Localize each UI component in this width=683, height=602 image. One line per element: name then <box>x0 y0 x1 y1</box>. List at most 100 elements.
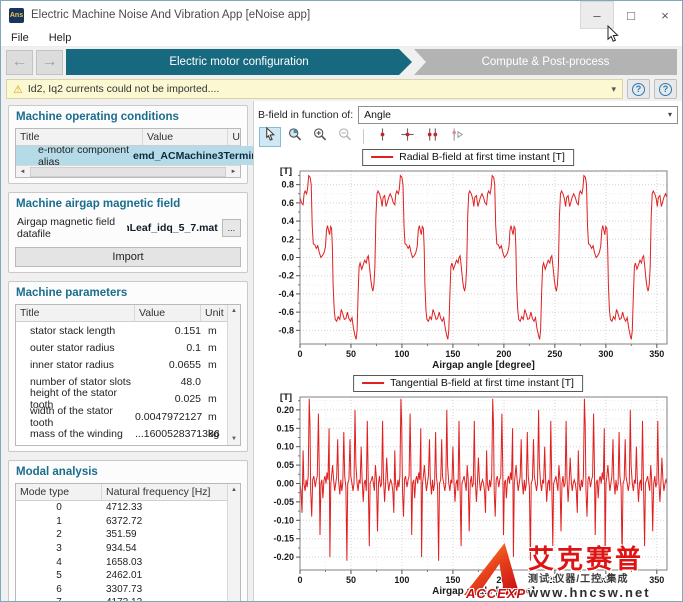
table-row[interactable]: mass of the winding...1600528371386kg <box>16 425 227 442</box>
table-row[interactable]: 52462.01 <box>16 569 227 583</box>
cursor-double-tool-button[interactable] <box>421 127 443 147</box>
table-row[interactable]: stator stack length0.151m <box>16 322 227 339</box>
table-row[interactable]: 63307.73 <box>16 583 227 597</box>
chart-canvas[interactable]: 0501001502002503003500.80.60.40.20.0-0.2… <box>258 164 676 372</box>
cell-value: 48.0 <box>135 376 201 388</box>
modal-analysis-section: Modal analysis Mode type Natural frequen… <box>8 460 248 602</box>
warning-bar: ⚠ Id2, Iq2 currents could not be importe… <box>1 77 682 101</box>
radial-bfield-chart[interactable]: Radial B-field at first time instant [T]… <box>258 148 678 374</box>
zoom-in-icon <box>312 127 328 147</box>
col-mode-type: Mode type <box>16 484 102 500</box>
svg-text:350: 350 <box>649 575 664 585</box>
cell-title: inner stator radius <box>16 359 135 371</box>
forward-button[interactable]: → <box>36 50 63 75</box>
zoom-out-tool-button[interactable] <box>334 127 356 147</box>
svg-text:0.20: 0.20 <box>276 404 294 414</box>
app-window: Ans Electric Machine Noise And Vibration… <box>0 0 683 602</box>
svg-text:-0.4: -0.4 <box>278 289 294 299</box>
cell-mode-type: 4 <box>16 557 102 568</box>
scroll-left-icon[interactable]: ◄ <box>16 169 29 175</box>
table-row[interactable]: 41658.03 <box>16 555 227 569</box>
cell-value: 0.025 <box>135 393 201 405</box>
svg-text:Airgap angle [degree]: Airgap angle [degree] <box>432 360 535 371</box>
col-unit: Unit <box>201 305 227 321</box>
col-unit: U <box>228 129 240 145</box>
zoom-region-tool-button[interactable] <box>284 127 306 147</box>
cursor-single-icon <box>375 127 390 147</box>
cell-unit: m <box>201 359 227 371</box>
window-title: Electric Machine Noise And Vibration App… <box>31 9 580 21</box>
legend-label: Radial B-field at first time instant [T] <box>399 151 565 163</box>
browse-button[interactable]: ... <box>222 219 241 237</box>
help-tools-button[interactable]: ? <box>654 79 677 99</box>
scroll-down-icon[interactable]: ▼ <box>231 433 237 445</box>
cursor-single-tool-button[interactable] <box>371 127 393 147</box>
zoom-in-tool-button[interactable] <box>309 127 331 147</box>
warning-dropdown[interactable]: ⚠ Id2, Iq2 currents could not be importe… <box>6 79 623 99</box>
svg-text:0.0: 0.0 <box>281 253 294 263</box>
close-button[interactable]: × <box>648 1 682 29</box>
bfield-function-label: B-field in function of: <box>258 109 353 121</box>
svg-text:150: 150 <box>445 349 460 359</box>
table-row[interactable]: e-motor component alias emd_ACMachine3Te… <box>16 146 240 165</box>
table-row[interactable]: inner stator radius0.0655m <box>16 356 227 373</box>
cursor-track-tool-button[interactable] <box>446 127 468 147</box>
cell-mode-type: 0 <box>16 502 102 513</box>
chart-line-series <box>300 398 667 560</box>
svg-text:0.05: 0.05 <box>276 460 294 470</box>
chart-canvas[interactable]: 0501001502002503003500.200.150.100.050.0… <box>258 390 676 598</box>
svg-text:-0.2: -0.2 <box>278 271 294 281</box>
scrollbar-thumb[interactable] <box>30 167 226 177</box>
table-row[interactable]: 74172.12 <box>16 596 227 602</box>
help-button[interactable]: ? <box>627 79 650 99</box>
svg-text:-0.10: -0.10 <box>273 515 294 525</box>
legend-line-icon <box>371 156 393 158</box>
modal-analysis-table: Mode type Natural frequency [Hz] 04712.3… <box>15 483 241 602</box>
cell-frequency: 1658.03 <box>102 557 227 568</box>
scroll-up-icon[interactable]: ▲ <box>231 484 237 496</box>
vertical-scrollbar[interactable]: ▲ ▼ <box>227 305 240 445</box>
horizontal-scrollbar[interactable]: ◄ ► <box>16 165 240 177</box>
back-button[interactable]: ← <box>6 50 33 75</box>
plot-panel: B-field in function of: Angle ▾ Radial B… <box>253 101 682 601</box>
svg-text:0.6: 0.6 <box>281 198 294 208</box>
cursor-cross-tool-button[interactable] <box>396 127 418 147</box>
col-value: Value <box>135 305 201 321</box>
import-button[interactable]: Import <box>15 247 241 267</box>
tab-electric-motor-configuration[interactable]: Electric motor configuration <box>66 49 412 75</box>
table-row[interactable]: 16372.72 <box>16 515 227 529</box>
warning-icon: ⚠ <box>13 83 23 96</box>
svg-text:250: 250 <box>547 575 562 585</box>
minimize-button[interactable]: – <box>580 1 614 29</box>
airgap-field-heading: Machine airgap magnetic field <box>16 198 241 210</box>
col-natural-frequency: Natural frequency [Hz] <box>102 484 227 500</box>
row-title: e-motor component alias <box>16 144 133 168</box>
svg-text:0.8: 0.8 <box>281 180 294 190</box>
row-value: emd_ACMachine3Terminals <box>133 150 272 162</box>
menu-help[interactable]: Help <box>49 32 72 44</box>
menu-bar: File Help <box>1 29 682 47</box>
tab-compute-post-process[interactable]: Compute & Post-process <box>414 49 677 75</box>
scroll-up-icon[interactable]: ▲ <box>231 305 237 317</box>
bfield-function-combobox[interactable]: Angle ▾ <box>358 106 678 124</box>
table-row[interactable]: outer stator radius0.1m <box>16 339 227 356</box>
table-row[interactable]: 3934.54 <box>16 542 227 556</box>
pointer-tool-button[interactable] <box>259 127 281 147</box>
svg-text:100: 100 <box>394 575 409 585</box>
cell-unit: m <box>201 411 227 423</box>
tangential-bfield-chart[interactable]: Tangential B-field at first time instant… <box>258 374 678 600</box>
vertical-scrollbar[interactable]: ▲ ▼ <box>227 484 240 602</box>
maximize-button[interactable]: □ <box>614 1 648 29</box>
table-row[interactable]: width of the stator tooth0.0047972127m <box>16 408 227 425</box>
table-row[interactable]: 04712.33 <box>16 501 227 515</box>
cell-unit: m <box>201 342 227 354</box>
cell-value: 0.0655 <box>135 359 201 371</box>
table-row[interactable]: 2351.59 <box>16 528 227 542</box>
datafile-field[interactable]: NissanLeaf_idq_5_7.mat <box>127 222 218 234</box>
menu-file[interactable]: File <box>11 32 29 44</box>
toolbar-separator <box>363 129 364 144</box>
operating-conditions-section: Machine operating conditions Title Value… <box>8 105 248 184</box>
scroll-right-icon[interactable]: ► <box>227 169 240 175</box>
svg-text:0.00: 0.00 <box>276 478 294 488</box>
svg-text:0: 0 <box>297 575 302 585</box>
